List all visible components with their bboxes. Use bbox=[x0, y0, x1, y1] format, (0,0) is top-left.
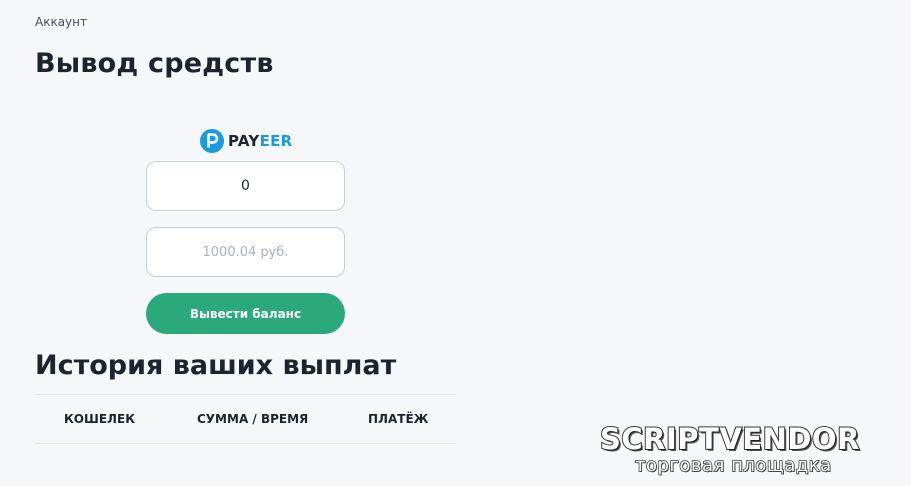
amount-input[interactable] bbox=[147, 178, 344, 194]
payeer-wordmark: PAYEER bbox=[228, 132, 293, 150]
payout-history-title: История ваших выплат bbox=[35, 350, 397, 381]
watermark: SCRIPTVENDOR торговая площадка bbox=[599, 421, 905, 480]
watermark-main-text: SCRIPTVENDOR bbox=[599, 421, 860, 457]
withdraw-balance-button[interactable]: Вывести баланс bbox=[146, 293, 345, 334]
payeer-wordmark-pay: PAY bbox=[228, 132, 260, 150]
column-header-wallet: КОШЕЛЕК bbox=[64, 412, 136, 426]
payout-history-table-header: КОШЕЛЕК СУММА / ВРЕМЯ ПЛАТЁЖ bbox=[35, 394, 456, 444]
balance-field-wrapper bbox=[146, 227, 345, 277]
breadcrumb[interactable]: Аккаунт bbox=[35, 15, 87, 29]
payeer-logo-icon bbox=[200, 129, 224, 153]
amount-field-wrapper bbox=[146, 161, 345, 211]
payeer-wordmark-eer: EER bbox=[259, 132, 293, 150]
column-header-payment: ПЛАТЁЖ bbox=[368, 412, 429, 426]
watermark-sub-text: торговая площадка bbox=[634, 454, 832, 477]
page-title: Вывод средств bbox=[35, 48, 274, 79]
column-header-amount-time: СУММА / ВРЕМЯ bbox=[197, 412, 309, 426]
payment-method-logo: PAYEER bbox=[200, 129, 293, 153]
balance-input[interactable] bbox=[147, 244, 344, 260]
